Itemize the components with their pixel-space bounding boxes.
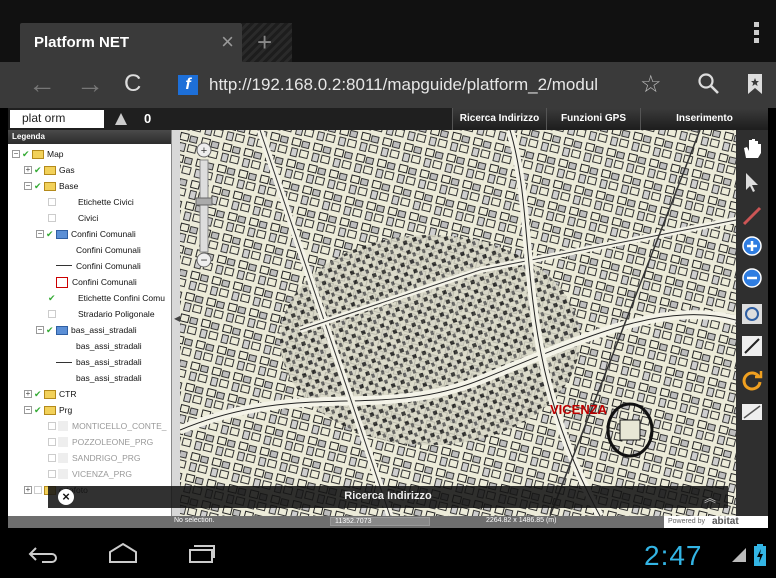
- battery-icon: [754, 544, 766, 566]
- new-tab-button[interactable]: +: [242, 23, 292, 62]
- map-tools: [736, 130, 768, 516]
- signal-icon: [732, 548, 746, 562]
- legend-item-vicenza-prg[interactable]: VICENZA_PRG: [48, 467, 132, 481]
- url-bar: ← → C f http://192.168.0.2:8011/mapguide…: [0, 62, 776, 108]
- measure-icon[interactable]: [740, 204, 764, 228]
- zoom-out-icon[interactable]: [740, 266, 764, 290]
- legend-item-etichette-civici[interactable]: Etichette Civici: [48, 195, 134, 209]
- bookmark-star-icon[interactable]: ☆: [640, 70, 662, 99]
- legend-item-ctr[interactable]: + ✔ CTR: [24, 387, 76, 401]
- legend-item-bas-assi-stradali[interactable]: − ✔ bas_assi_stradali: [36, 323, 137, 337]
- search-icon[interactable]: [697, 72, 721, 96]
- legend-title: Legenda: [8, 130, 171, 144]
- system-clock: 2:47: [644, 540, 703, 571]
- counter: 0: [144, 111, 152, 126]
- tab-close-icon[interactable]: ×: [221, 29, 234, 55]
- pan-hand-icon[interactable]: [740, 136, 764, 160]
- legend-panel: Legenda − ✔ Map + ✔ Gas − ✔ Base Etichette Civ…: [8, 130, 172, 516]
- powered-by-logo: Powered by abitat: [664, 516, 768, 528]
- funzioni-gps-button[interactable]: Funzioni GPS: [546, 108, 640, 130]
- legend-item-bas-assi-stradali-style-3: bas_assi_stradali: [76, 373, 142, 383]
- legend-item-map[interactable]: − ✔ Map: [12, 147, 64, 161]
- legend-item-confini-comunali-style-2: Confini Comunali: [56, 259, 141, 273]
- layers-icon[interactable]: [114, 112, 128, 126]
- zoom-in-icon[interactable]: [740, 234, 764, 258]
- street-map: [180, 130, 736, 516]
- tab-title: Platform NET: [34, 34, 130, 51]
- legend-item-bas-assi-stradali-style-1: bas_assi_stradali: [76, 341, 142, 351]
- legend-item-stradario-poligonale[interactable]: Stradario Poligonale: [48, 307, 155, 321]
- site-favicon-icon: f: [178, 75, 198, 95]
- plus-icon: +: [257, 27, 273, 57]
- mapguide-app: plat orm 0 Ricerca Indirizzo Funzioni GP…: [8, 108, 768, 528]
- svg-text:+: +: [201, 145, 207, 157]
- legend-item-monticello[interactable]: MONTICELLO_CONTE_: [48, 419, 166, 433]
- browser-tab[interactable]: Platform NET ×: [20, 23, 242, 62]
- legend-item-civici[interactable]: Civici: [48, 211, 98, 225]
- draw-line-icon[interactable]: [740, 334, 764, 358]
- selection-status: No selection.: [174, 517, 215, 524]
- zoom-rectangle-icon[interactable]: [740, 302, 764, 326]
- overflow-menu-icon[interactable]: [754, 22, 760, 46]
- chevron-up-icon[interactable]: ︽: [704, 489, 716, 506]
- legend-item-confini-comunali-style-3: Confini Comunali: [56, 275, 137, 289]
- recent-apps-icon[interactable]: [188, 544, 216, 564]
- url-field[interactable]: http://192.168.0.2:8011/mapguide/platfor…: [209, 75, 598, 95]
- map-city-label: VICENZA: [550, 402, 608, 417]
- map-extent: 2264.82 x 1486.85 (m): [486, 517, 557, 524]
- zoom-slider[interactable]: + −: [194, 140, 214, 270]
- legend-item-sandrigo[interactable]: SANDRIGO_PRG: [48, 451, 141, 465]
- system-nav-bar: 2:47: [0, 528, 776, 578]
- browser-tab-strip: Platform NET × +: [0, 0, 776, 62]
- search-panel: × Ricerca Indirizzo ︽: [48, 486, 728, 508]
- svg-text:−: −: [200, 253, 207, 267]
- reload-icon[interactable]: C: [124, 70, 141, 98]
- app-toolbar: plat orm 0 Ricerca Indirizzo Funzioni GP…: [8, 108, 768, 130]
- select-pointer-icon[interactable]: [740, 170, 764, 194]
- extent-icon[interactable]: [740, 400, 764, 424]
- legend-item-base[interactable]: − ✔ Base: [24, 179, 78, 193]
- ricerca-indirizzo-button[interactable]: Ricerca Indirizzo: [452, 108, 546, 130]
- search-panel-title[interactable]: Ricerca Indirizzo: [48, 490, 728, 502]
- legend-splitter[interactable]: ◀: [172, 130, 180, 516]
- refresh-icon[interactable]: [740, 368, 764, 392]
- inserimento-button[interactable]: Inserimento: [640, 108, 768, 130]
- platform-logo: plat orm: [10, 110, 104, 128]
- bookmarks-icon[interactable]: [748, 74, 762, 94]
- legend-item-confini-comunali[interactable]: − ✔ Confini Comunali: [36, 227, 136, 241]
- back-icon[interactable]: [28, 546, 58, 564]
- map-view[interactable]: VICENZA + −: [180, 130, 736, 516]
- forward-arrow-icon[interactable]: →: [76, 70, 104, 98]
- scale-field[interactable]: 11352.7073: [330, 517, 430, 526]
- status-bar: No selection. 11352.7073 2264.82 x 1486.…: [8, 516, 768, 528]
- back-arrow-icon[interactable]: ←: [28, 70, 56, 98]
- home-icon[interactable]: [108, 542, 138, 564]
- legend-item-gas[interactable]: + ✔ Gas: [24, 163, 75, 177]
- legend-item-etichette-confini[interactable]: ✔ Etichette Confini Comu: [48, 291, 165, 305]
- legend-item-confini-comunali-style-1: Confini Comunali: [76, 245, 141, 255]
- legend-item-prg[interactable]: − ✔ Prg: [24, 403, 72, 417]
- legend-item-pozzoleone[interactable]: POZZOLEONE_PRG: [48, 435, 153, 449]
- legend-item-bas-assi-stradali-style-2: bas_assi_stradali: [56, 355, 142, 369]
